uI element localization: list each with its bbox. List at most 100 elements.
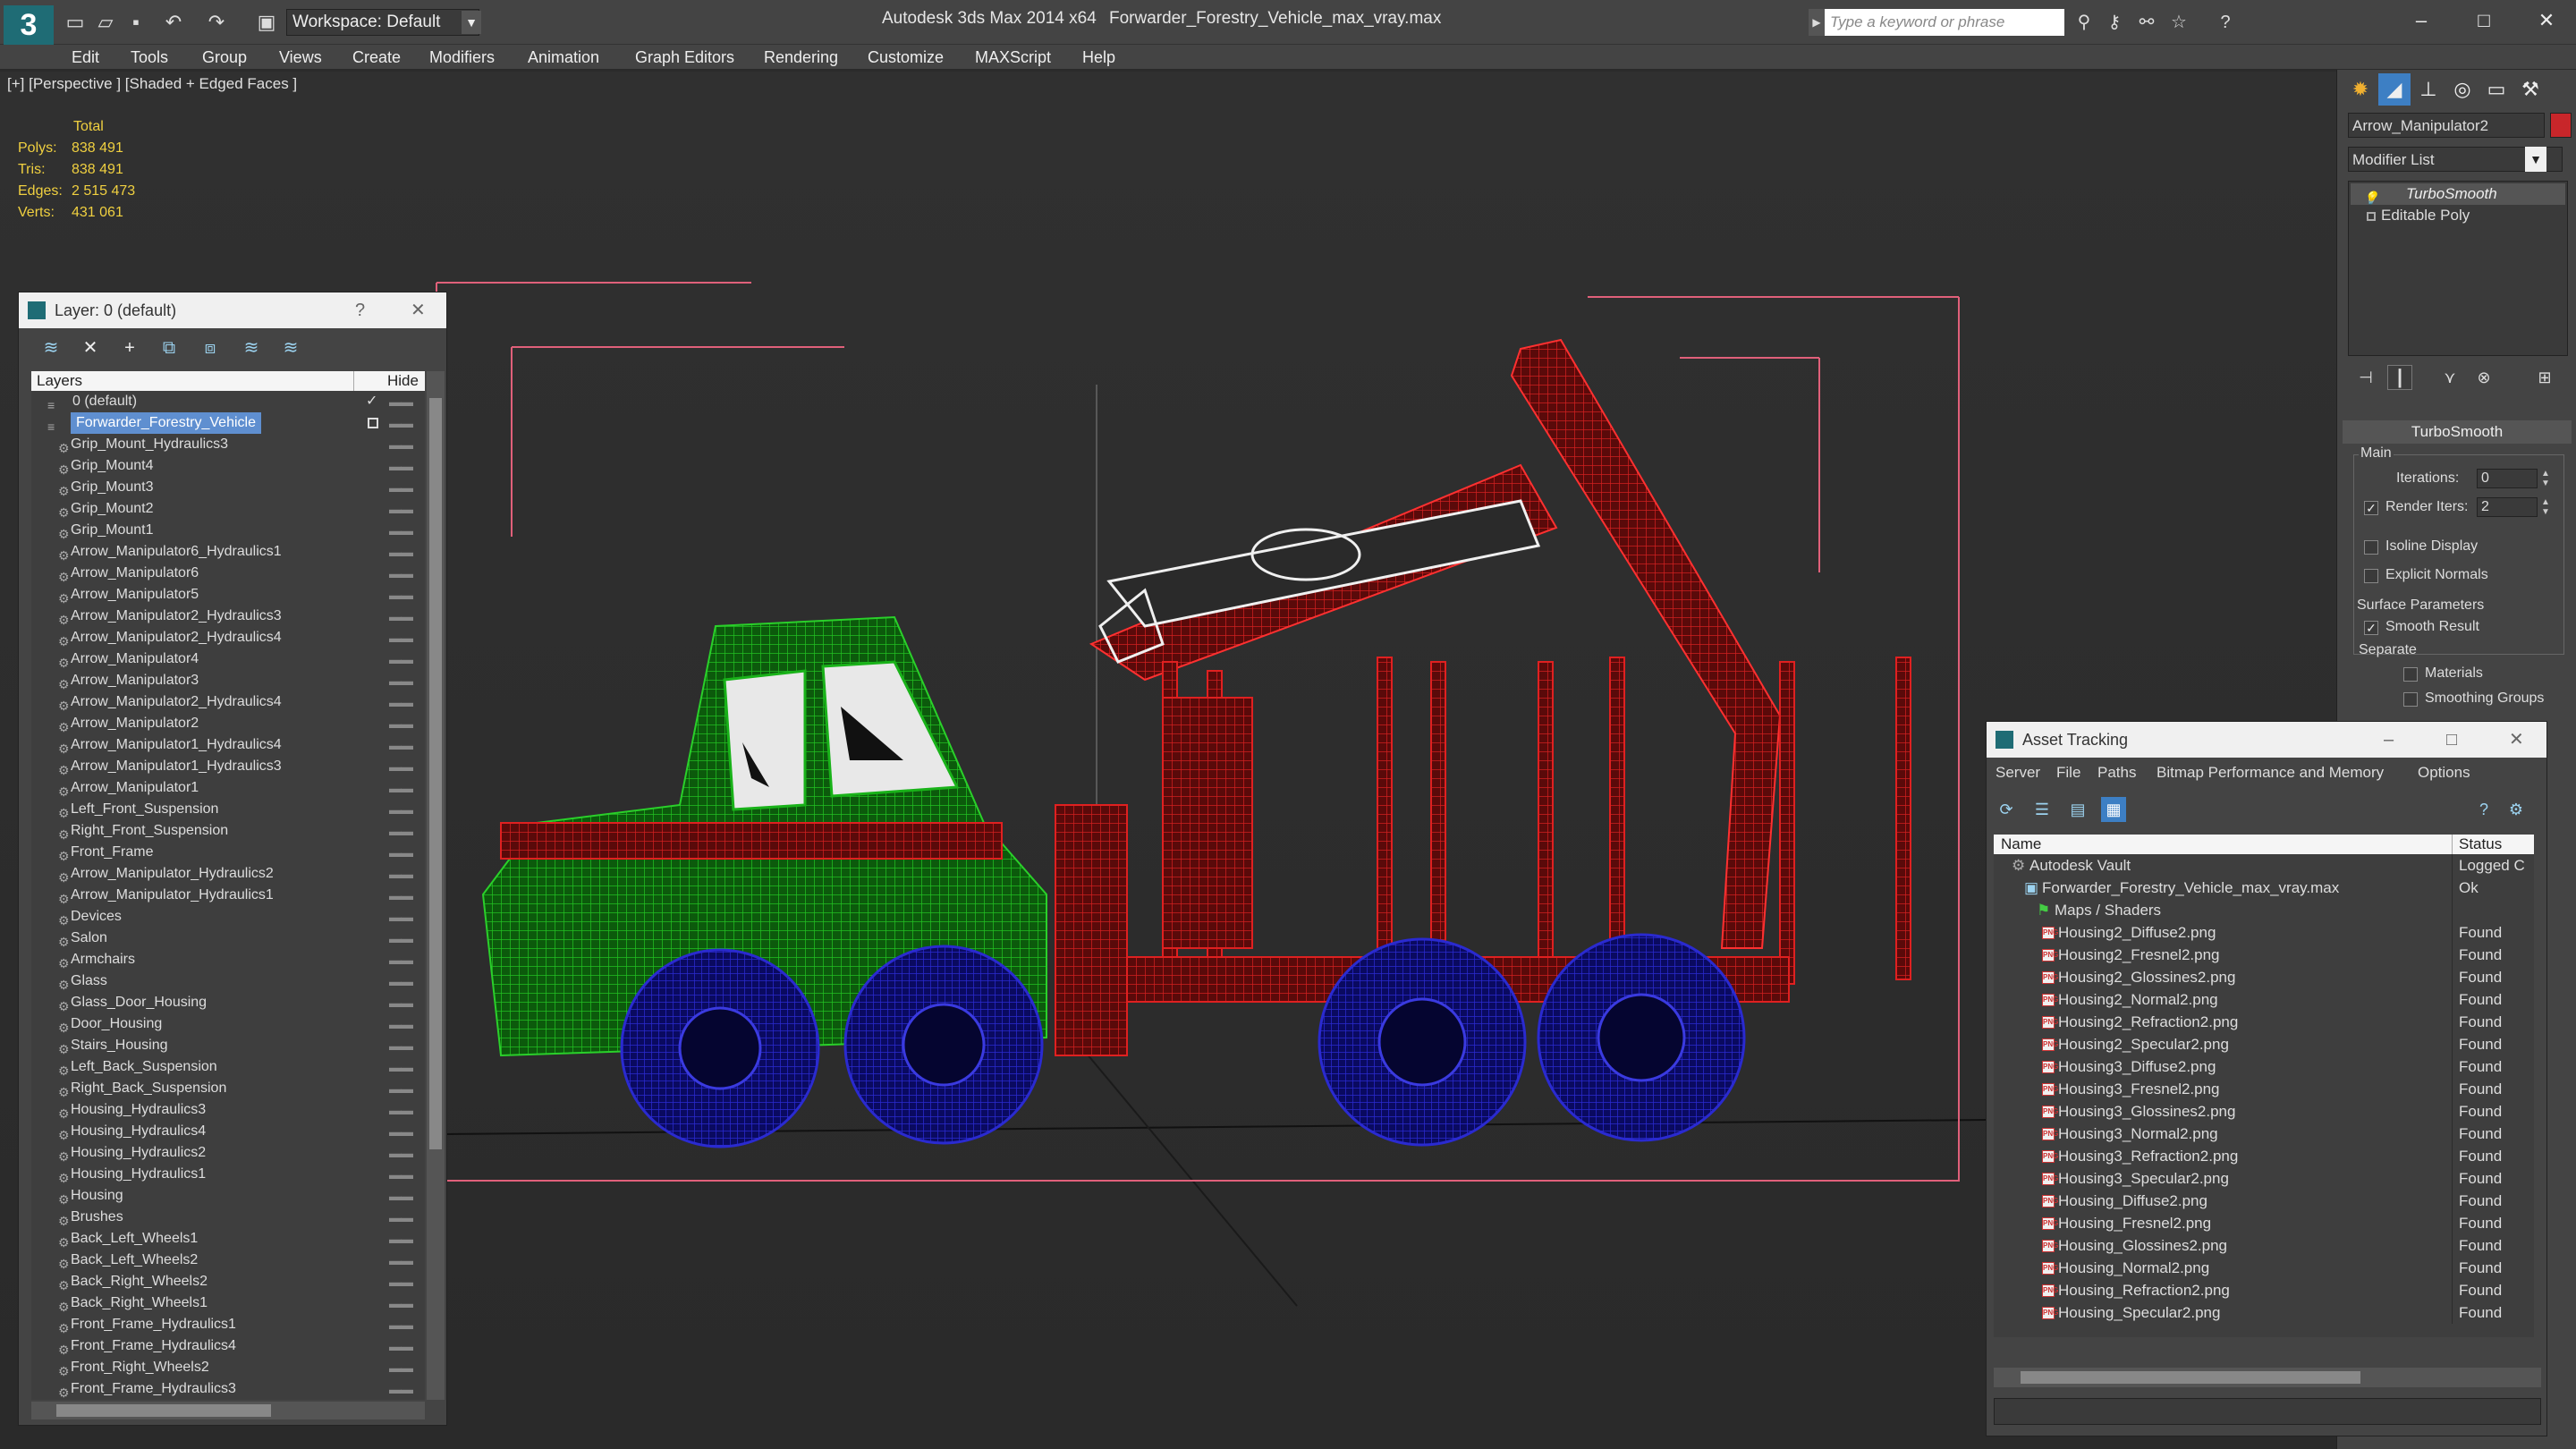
hide-toggle[interactable]: ▬▬ [389,691,413,713]
layer-row[interactable]: ⚙ Front_Right_Wheels2 ▬▬ [31,1357,425,1378]
asset-row[interactable]: PNG Housing3_Fresnel2.png Found [1994,1078,2534,1100]
layer-row[interactable]: ⚙ Front_Frame_Hydraulics4 ▬▬ [31,1335,425,1357]
materials-checkbox[interactable] [2403,667,2418,682]
hide-toggle[interactable]: ▬▬ [389,1078,413,1099]
layer-row[interactable]: ⚙ Grip_Mount_Hydraulics3 ▬▬ [31,434,425,455]
hide-toggle[interactable]: ▬▬ [389,1335,413,1357]
layer-row[interactable]: ⚙ Glass ▬▬ [31,970,425,992]
spinner-arrows-icon[interactable]: ▲ ▼ [2539,469,2552,488]
chevron-down-icon[interactable]: ▼ [462,11,481,34]
file-row[interactable]: ▣ Forwarder_Forestry_Vehicle_max_vray.ma… [1994,877,2534,899]
asset-row[interactable]: PNG Housing_Normal2.png Found [1994,1257,2534,1279]
key-icon[interactable]: ⚷ [2102,11,2127,34]
hide-toggle[interactable]: ▬▬ [389,906,413,928]
close-button[interactable]: ✕ [2524,5,2569,36]
hide-toggle[interactable]: ▬▬ [389,1378,413,1400]
layer-row[interactable]: ⚙ Arrow_Manipulator2_Hydraulics3 ▬▬ [31,606,425,627]
pin-stack-icon[interactable]: ⊣ [2353,365,2378,390]
render-iters-checkbox[interactable]: ✓ [2364,501,2378,515]
hide-toggle[interactable]: ▬▬ [389,1357,413,1378]
scroll-thumb[interactable] [429,398,442,1149]
menu-bitmap-performance[interactable]: Bitmap Performance and Memory [2157,759,2384,786]
layer-row[interactable]: ⚙ Right_Front_Suspension ▬▬ [31,820,425,842]
select-objects-icon[interactable]: ⧉ [158,337,180,359]
modify-tab-icon[interactable]: ◢ [2378,73,2411,106]
hide-toggle[interactable]: ▬▬ [389,412,413,434]
close-icon[interactable]: ✕ [411,292,426,328]
hide-toggle[interactable]: ▬▬ [389,949,413,970]
hide-toggle[interactable]: ▬▬ [389,1035,413,1056]
layer-row[interactable]: ⚙ Housing_Hydraulics3 ▬▬ [31,1099,425,1121]
settings-icon[interactable]: ⚙ [2504,797,2529,822]
smooth-result-checkbox[interactable]: ✓ [2364,621,2378,635]
hide-toggle[interactable]: ▬▬ [389,584,413,606]
asset-row[interactable]: PNG Housing_Specular2.png Found [1994,1301,2534,1324]
asset-row[interactable]: PNG Housing3_Diffuse2.png Found [1994,1055,2534,1078]
hide-toggle[interactable]: ▬▬ [389,777,413,799]
hide-toggle[interactable]: ▬▬ [389,1013,413,1035]
layer-row[interactable]: ⚙ Front_Frame_Hydraulics3 ▬▬ [31,1378,425,1400]
undo-icon[interactable]: ↶ [161,11,186,34]
layer-row[interactable]: ⚙ Back_Left_Wheels2 ▬▬ [31,1250,425,1271]
hide-toggle[interactable]: ▬▬ [389,1250,413,1271]
hide-toggle[interactable]: ▬▬ [389,477,413,498]
workspace-dropdown[interactable]: Workspace: Default [286,9,479,36]
hide-toggle[interactable]: ▬▬ [389,498,413,520]
menu-views[interactable]: Views [279,45,322,70]
layers-icon[interactable]: ≋ [40,337,62,359]
freeze-all-icon[interactable]: ≋ [280,337,301,359]
project-folder-icon[interactable]: ▣ [254,11,279,34]
hide-toggle[interactable]: ▬▬ [389,1164,413,1185]
asset-row[interactable]: PNG Housing_Diffuse2.png Found [1994,1190,2534,1212]
hide-toggle[interactable]: ▬▬ [389,885,413,906]
layer-row[interactable]: ⚙ Arrow_Manipulator2_Hydraulics4 ▬▬ [31,691,425,713]
hide-all-icon[interactable]: ≋ [241,337,262,359]
help-icon[interactable]: ? [355,292,365,328]
layer-row[interactable]: ⚙ Arrow_Manipulator6 ▬▬ [31,563,425,584]
hide-toggle[interactable]: ▬▬ [389,563,413,584]
new-file-icon[interactable]: ▭ [63,11,88,34]
hide-toggle[interactable]: ▬▬ [389,1121,413,1142]
layer-row[interactable]: ⚙ Housing_Hydraulics1 ▬▬ [31,1164,425,1185]
binoculars-icon[interactable]: ⚲ [2072,11,2097,34]
layer-row[interactable]: ⚙ Arrow_Manipulator5 ▬▬ [31,584,425,606]
hide-toggle[interactable]: ▬▬ [389,863,413,885]
hide-toggle[interactable]: ▬▬ [389,1207,413,1228]
layer-panel-titlebar[interactable]: Layer: 0 (default) ? ✕ [19,292,446,328]
layer-row[interactable]: ⚙ Housing ▬▬ [31,1185,425,1207]
layer-row[interactable]: ⚙ Front_Frame_Hydraulics1 ▬▬ [31,1314,425,1335]
grid-view-icon[interactable]: ▦ [2101,797,2126,822]
layer-row[interactable]: ⚙ Glass_Door_Housing ▬▬ [31,992,425,1013]
asset-row[interactable]: PNG Housing2_Diffuse2.png Found [1994,921,2534,944]
delete-icon[interactable]: ✕ [80,337,101,359]
asset-row[interactable]: PNG Housing_Fresnel2.png Found [1994,1212,2534,1234]
hide-toggle[interactable]: ▬▬ [389,627,413,648]
layer-row[interactable]: ⚙ Arrow_Manipulator1_Hydraulics3 ▬▬ [31,756,425,777]
hide-toggle[interactable]: ▬▬ [389,970,413,992]
layer-row[interactable]: ⚙ Stairs_Housing ▬▬ [31,1035,425,1056]
menu-group[interactable]: Group [202,45,247,70]
hide-toggle[interactable]: ▬▬ [389,799,413,820]
save-file-icon[interactable]: ▪ [123,11,148,34]
hide-toggle[interactable]: ▬▬ [389,670,413,691]
layer-row[interactable]: ⚙ Brushes ▬▬ [31,1207,425,1228]
turbosmooth-rollout[interactable]: TurboSmooth [2343,420,2572,444]
search-input[interactable]: Type a keyword or phrase [1825,9,2064,36]
asset-row[interactable]: PNG Housing2_Specular2.png Found [1994,1033,2534,1055]
menu-edit[interactable]: Edit [72,45,99,70]
hide-toggle[interactable]: ▬▬ [389,1099,413,1121]
layer-row[interactable]: ≡ 0 (default) ▬▬ ✓ [31,391,425,412]
scroll-thumb[interactable] [56,1404,271,1417]
stack-item-turbosmooth[interactable]: 💡 TurboSmooth [2351,183,2565,205]
vault-row[interactable]: ⚙ Autodesk Vault Logged C [1994,854,2534,877]
menu-graph-editors[interactable]: Graph Editors [635,45,734,70]
menu-customize[interactable]: Customize [868,45,944,70]
vertical-scrollbar[interactable] [427,371,445,1400]
spinner-arrows-icon[interactable]: ▲ ▼ [2539,497,2552,517]
hide-toggle[interactable]: ▬▬ [389,992,413,1013]
minimize-icon[interactable]: – [2384,722,2394,758]
hide-toggle[interactable]: ▬▬ [389,1271,413,1292]
hide-toggle[interactable]: ▬▬ [389,1142,413,1164]
layer-row[interactable]: ⚙ Housing_Hydraulics4 ▬▬ [31,1121,425,1142]
hide-toggle[interactable]: ▬▬ [389,1292,413,1314]
